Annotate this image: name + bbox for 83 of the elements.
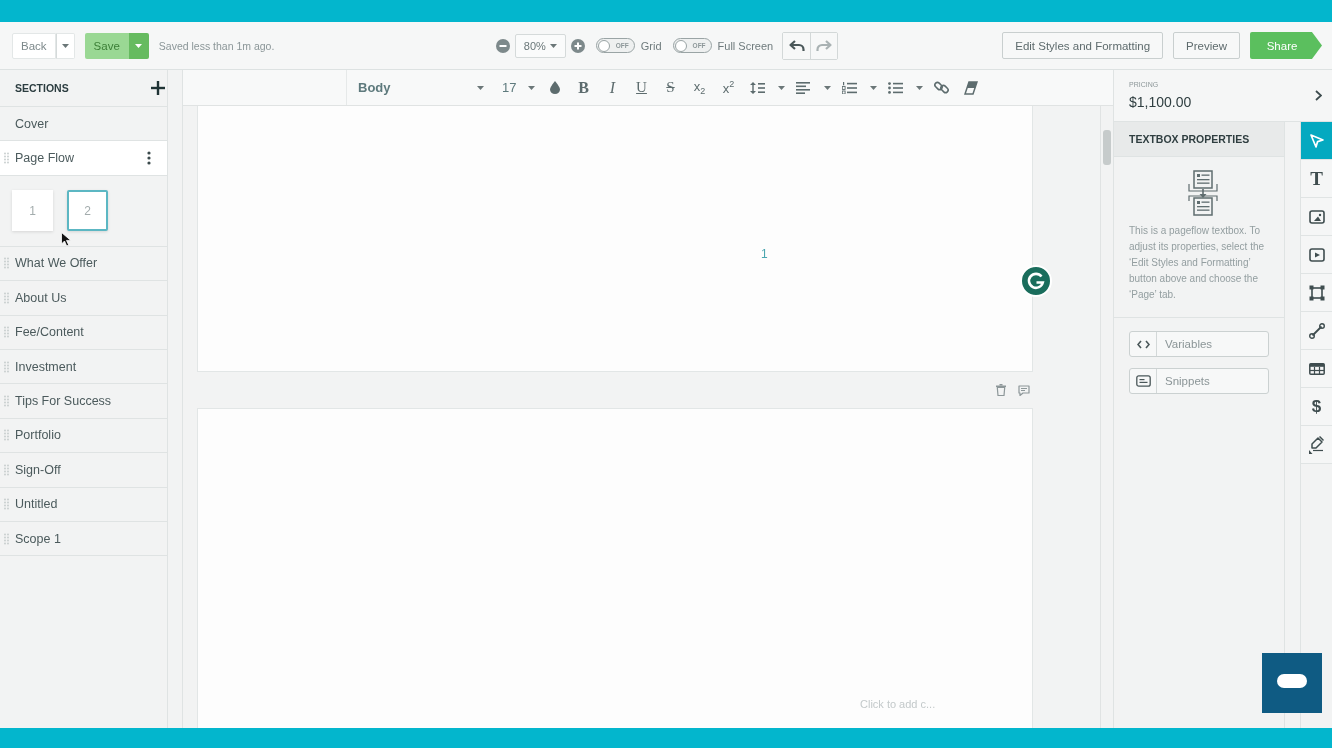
toggle-label: Grid bbox=[640, 39, 662, 52]
redo-arrow-icon bbox=[816, 39, 833, 52]
numbered-list-icon bbox=[842, 81, 857, 94]
drag-handle-icon bbox=[4, 257, 9, 270]
image-icon bbox=[1308, 209, 1325, 224]
section-item[interactable]: About Us bbox=[0, 281, 167, 316]
line-segment-icon bbox=[1308, 322, 1325, 339]
superscript-button[interactable]: x$^{2}$ bbox=[714, 74, 743, 101]
page-number: 1 bbox=[761, 247, 768, 261]
underline-button[interactable]: U bbox=[627, 74, 656, 101]
drag-handle-icon bbox=[4, 326, 9, 339]
bold-button[interactable]: B bbox=[569, 74, 598, 101]
eraser-icon bbox=[963, 80, 978, 95]
mouse-pointer-icon bbox=[61, 232, 71, 247]
sidebar-title: SECTIONS bbox=[15, 82, 69, 94]
pen-signature-icon bbox=[1308, 435, 1325, 454]
droplet-icon bbox=[549, 81, 560, 94]
chevron-right-icon bbox=[1315, 90, 1322, 101]
drag-handle-icon bbox=[4, 532, 9, 545]
back-menu-button[interactable] bbox=[55, 32, 75, 59]
caret-icon bbox=[135, 43, 143, 48]
cursor-arrow-icon bbox=[1308, 132, 1325, 149]
section-item[interactable]: Tips For Success bbox=[0, 384, 167, 419]
drag-handle-icon bbox=[4, 429, 9, 442]
zoom-dropdown[interactable]: 80% bbox=[514, 33, 566, 58]
toggle-label: Full Screen bbox=[717, 39, 774, 52]
panel-description: This is a pageflow textbox. To adjust its properties, select the ‘Edit Styles and Formatting’ button above and choose the ‘Page’ tab. bbox=[1129, 224, 1266, 302]
caret-icon bbox=[549, 43, 557, 48]
drag-handle-icon bbox=[4, 152, 9, 165]
trash-icon[interactable] bbox=[996, 384, 1006, 396]
section-item[interactable]: Page Flow bbox=[0, 141, 167, 176]
caret-icon bbox=[778, 85, 785, 90]
zoom-out-icon[interactable] bbox=[495, 38, 510, 53]
save-status: Saved less than 1m ago. bbox=[158, 39, 275, 52]
strikethrough-button[interactable]: S bbox=[656, 74, 685, 101]
section-item[interactable]: What We Offer bbox=[0, 246, 167, 282]
panel-title: TEXTBOX PROPERTIES bbox=[1114, 122, 1284, 157]
video-play-icon bbox=[1308, 247, 1325, 262]
paragraph-style-dropdown[interactable]: Body bbox=[347, 70, 492, 105]
caret-icon bbox=[824, 85, 831, 90]
styles-button[interactable]: Edit Styles and Formatting bbox=[1002, 32, 1164, 59]
chat-bubble-icon[interactable] bbox=[1262, 653, 1322, 713]
drag-handle-icon bbox=[4, 360, 9, 373]
caret-icon bbox=[61, 43, 69, 48]
link-icon bbox=[934, 80, 949, 95]
more-options-icon[interactable] bbox=[147, 151, 151, 166]
scrollbar-thumb[interactable] bbox=[1103, 130, 1111, 165]
variables-button[interactable]: Variables bbox=[1129, 331, 1269, 357]
g-badge-icon[interactable] bbox=[1020, 265, 1052, 297]
section-item[interactable]: Portfolio bbox=[0, 418, 167, 454]
select-tool-button[interactable] bbox=[1301, 122, 1332, 160]
code-brackets-icon bbox=[1136, 339, 1150, 349]
preview-button[interactable]: Preview bbox=[1173, 32, 1240, 59]
snippet-icon bbox=[1135, 375, 1151, 387]
back-button[interactable]: Back bbox=[12, 32, 56, 59]
align-left-icon bbox=[796, 81, 810, 94]
zoom-in-icon[interactable] bbox=[570, 38, 585, 53]
section-item[interactable]: Sign-Off bbox=[0, 453, 167, 488]
section-item[interactable]: Investment bbox=[0, 349, 167, 385]
bullet-list-icon bbox=[888, 81, 903, 94]
drag-handle-icon bbox=[4, 498, 9, 511]
add-section-icon[interactable] bbox=[151, 81, 165, 95]
table-icon bbox=[1308, 362, 1325, 375]
caret-icon bbox=[477, 85, 484, 90]
comment-icon[interactable] bbox=[1018, 384, 1030, 396]
drag-handle-icon bbox=[4, 395, 9, 408]
subscript-button[interactable]: x$_{2}$ bbox=[685, 74, 714, 101]
section-item[interactable]: Fee/Content bbox=[0, 315, 167, 350]
caret-icon bbox=[528, 85, 535, 90]
section-item[interactable]: Scope 1 bbox=[0, 521, 167, 557]
line-spacing-icon bbox=[750, 81, 765, 94]
snippets-button[interactable]: Snippets bbox=[1129, 368, 1269, 394]
caret-icon bbox=[916, 85, 923, 90]
drag-handle-icon bbox=[4, 463, 9, 476]
pageflow-icon bbox=[1187, 170, 1218, 216]
section-item[interactable]: Untitled bbox=[0, 487, 167, 522]
undo-arrow-icon bbox=[788, 39, 805, 52]
drag-handle-icon bbox=[4, 291, 9, 304]
italic-button[interactable]: I bbox=[598, 74, 627, 101]
caret-icon bbox=[870, 85, 877, 90]
square-handles-icon bbox=[1308, 284, 1325, 301]
pricing-total: $1,100.00 bbox=[1129, 94, 1192, 110]
font-size-dropdown[interactable]: 17 bbox=[492, 70, 540, 105]
